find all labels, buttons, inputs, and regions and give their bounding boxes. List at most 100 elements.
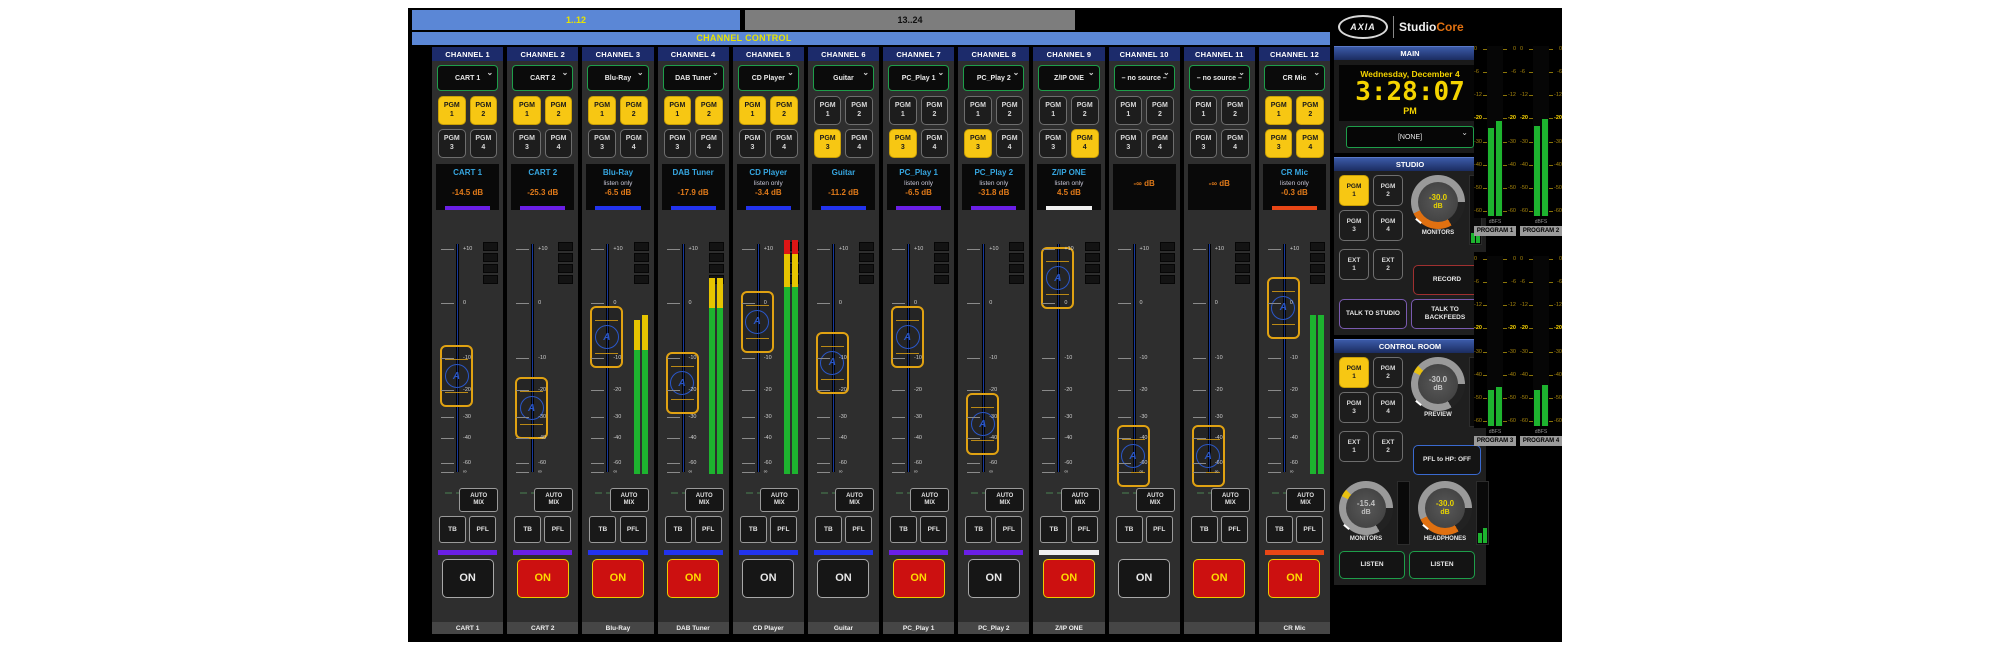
studio-pgm-1-button[interactable]: PGM1 (1339, 175, 1369, 206)
talkback-button[interactable]: TB (965, 516, 992, 543)
pgm-2-button[interactable]: PGM2 (545, 96, 573, 125)
cr-pgm-2-button[interactable]: PGM2 (1373, 357, 1403, 388)
pgm-4-button[interactable]: PGM4 (545, 129, 573, 158)
studio-monitors-knob[interactable]: -30.0dB (1411, 175, 1465, 229)
studio-pgm-2-button[interactable]: PGM2 (1373, 175, 1403, 206)
channel-on-button[interactable]: ON (1193, 559, 1245, 598)
pgm-3-button[interactable]: PGM3 (889, 129, 917, 158)
channel-on-button[interactable]: ON (442, 559, 494, 598)
pgm-1-button[interactable]: PGM1 (664, 96, 692, 125)
tab-bank-1-12[interactable]: 1..12 (412, 10, 740, 30)
pfl-button[interactable]: PFL (469, 516, 496, 543)
pgm-1-button[interactable]: PGM1 (513, 96, 541, 125)
talkback-button[interactable]: TB (740, 516, 767, 543)
auto-mix-button[interactable]: AUTOMIX (1211, 488, 1250, 512)
pfl-button[interactable]: PFL (770, 516, 797, 543)
pgm-2-button[interactable]: PGM2 (1221, 96, 1249, 125)
source-select[interactable]: CART 2 ⌄ (512, 65, 573, 91)
pfl-button[interactable]: PFL (920, 516, 947, 543)
studio-ext-1-button[interactable]: EXT1 (1339, 249, 1369, 280)
talkback-button[interactable]: TB (589, 516, 616, 543)
pgm-4-button[interactable]: PGM4 (770, 129, 798, 158)
preview-knob[interactable]: -30.0dB (1411, 357, 1465, 411)
pgm-3-button[interactable]: PGM3 (513, 129, 541, 158)
pgm-2-button[interactable]: PGM2 (1071, 96, 1099, 125)
fader-knob[interactable]: A (1267, 277, 1300, 339)
cr-monitors-knob[interactable]: -15.4dB (1339, 481, 1393, 535)
source-select[interactable]: Blu-Ray ⌄ (587, 65, 648, 91)
cr-pgm-4-button[interactable]: PGM4 (1373, 392, 1403, 423)
channel-on-button[interactable]: ON (1268, 559, 1320, 598)
source-select[interactable]: Z/IP ONE ⌄ (1038, 65, 1099, 91)
channel-on-button[interactable]: ON (1118, 559, 1170, 598)
pfl-button[interactable]: PFL (1146, 516, 1173, 543)
source-select[interactable]: PC_Play 1 ⌄ (888, 65, 949, 91)
pgm-4-button[interactable]: PGM4 (845, 129, 873, 158)
tab-bank-13-24[interactable]: 13..24 (745, 10, 1075, 30)
pgm-1-button[interactable]: PGM1 (739, 96, 767, 125)
pgm-4-button[interactable]: PGM4 (921, 129, 949, 158)
pgm-1-button[interactable]: PGM1 (1265, 96, 1293, 125)
cr-ext-1-button[interactable]: EXT1 (1339, 431, 1369, 462)
auto-mix-button[interactable]: AUTOMIX (835, 488, 874, 512)
studio-pgm-3-button[interactable]: PGM3 (1339, 210, 1369, 241)
channel-on-button[interactable]: ON (1043, 559, 1095, 598)
talkback-button[interactable]: TB (514, 516, 541, 543)
source-select[interactable]: CD Player ⌄ (738, 65, 799, 91)
pgm-1-button[interactable]: PGM1 (889, 96, 917, 125)
pgm-3-button[interactable]: PGM3 (964, 129, 992, 158)
auto-mix-button[interactable]: AUTOMIX (910, 488, 949, 512)
talkback-button[interactable]: TB (815, 516, 842, 543)
pfl-button[interactable]: PFL (845, 516, 872, 543)
headphones-knob[interactable]: -30.0dB (1418, 481, 1472, 535)
auto-mix-button[interactable]: AUTOMIX (1136, 488, 1175, 512)
pfl-button[interactable]: PFL (544, 516, 571, 543)
channel-on-button[interactable]: ON (742, 559, 794, 598)
channel-on-button[interactable]: ON (817, 559, 869, 598)
source-select[interactable]: DAB Tuner ⌄ (663, 65, 724, 91)
studio-pgm-4-button[interactable]: PGM4 (1373, 210, 1403, 241)
source-select[interactable]: Guitar ⌄ (813, 65, 874, 91)
pgm-3-button[interactable]: PGM3 (1115, 129, 1143, 158)
talkback-button[interactable]: TB (1191, 516, 1218, 543)
pfl-button[interactable]: PFL (1071, 516, 1098, 543)
pgm-3-button[interactable]: PGM3 (1190, 129, 1218, 158)
pgm-1-button[interactable]: PGM1 (1115, 96, 1143, 125)
auto-mix-button[interactable]: AUTOMIX (985, 488, 1024, 512)
pgm-2-button[interactable]: PGM2 (1296, 96, 1324, 125)
pfl-button[interactable]: PFL (695, 516, 722, 543)
pgm-1-button[interactable]: PGM1 (964, 96, 992, 125)
pgm-2-button[interactable]: PGM2 (1146, 96, 1174, 125)
pgm-2-button[interactable]: PGM2 (921, 96, 949, 125)
pgm-4-button[interactable]: PGM4 (620, 129, 648, 158)
channel-on-button[interactable]: ON (517, 559, 569, 598)
source-select[interactable]: PC_Play 2 ⌄ (963, 65, 1024, 91)
channel-on-button[interactable]: ON (968, 559, 1020, 598)
source-select[interactable]: CART 1 ⌄ (437, 65, 498, 91)
auto-mix-button[interactable]: AUTOMIX (685, 488, 724, 512)
fader-knob[interactable]: A (966, 393, 999, 455)
pgm-2-button[interactable]: PGM2 (695, 96, 723, 125)
pgm-4-button[interactable]: PGM4 (1221, 129, 1249, 158)
pgm-1-button[interactable]: PGM1 (814, 96, 842, 125)
talk-to-backfeeds-button[interactable]: TALK TO BACKFEEDS (1411, 299, 1479, 329)
channel-on-button[interactable]: ON (893, 559, 945, 598)
auto-mix-button[interactable]: AUTOMIX (1286, 488, 1325, 512)
cr-pgm-1-button[interactable]: PGM1 (1339, 357, 1369, 388)
pgm-3-button[interactable]: PGM3 (814, 129, 842, 158)
pgm-1-button[interactable]: PGM1 (1039, 96, 1067, 125)
channel-on-button[interactable]: ON (667, 559, 719, 598)
pgm-3-button[interactable]: PGM3 (438, 129, 466, 158)
fader-knob[interactable]: A (666, 352, 699, 414)
talkback-button[interactable]: TB (1116, 516, 1143, 543)
pgm-1-button[interactable]: PGM1 (1190, 96, 1218, 125)
fader-knob[interactable]: A (741, 291, 774, 353)
talkback-button[interactable]: TB (1040, 516, 1067, 543)
cr-pgm-3-button[interactable]: PGM3 (1339, 392, 1369, 423)
pgm-1-button[interactable]: PGM1 (438, 96, 466, 125)
pgm-4-button[interactable]: PGM4 (695, 129, 723, 158)
pgm-3-button[interactable]: PGM3 (588, 129, 616, 158)
pgm-2-button[interactable]: PGM2 (845, 96, 873, 125)
cr-ext-2-button[interactable]: EXT2 (1373, 431, 1403, 462)
studio-ext-2-button[interactable]: EXT2 (1373, 249, 1403, 280)
